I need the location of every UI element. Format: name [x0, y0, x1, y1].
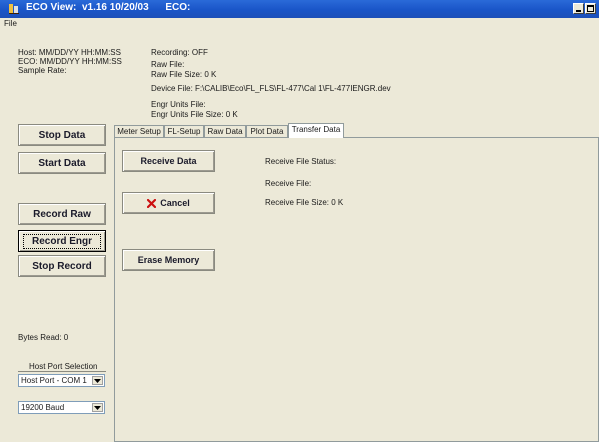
receive-file-status: Receive File Status:: [265, 157, 337, 166]
host-port-value: Host Port - COM 1: [21, 376, 87, 385]
minimize-button[interactable]: [573, 3, 584, 14]
tab-plot-data[interactable]: Plot Data: [246, 125, 288, 137]
recording-status: Recording: OFF: [151, 48, 208, 57]
record-engr-label: Record Engr: [22, 233, 101, 249]
raw-file: Raw File:: [151, 60, 185, 69]
engr-units-file-size: Engr Units File Size: 0 K: [151, 110, 238, 119]
baud-rate-value: 19200 Baud: [21, 403, 65, 412]
receive-file-size: Receive File Size: 0 K: [265, 198, 344, 207]
tab-transfer-data[interactable]: Transfer Data: [288, 123, 344, 138]
host-time: Host: MM/DD/YY HH:MM:SS: [18, 48, 121, 57]
host-port-divider: [18, 371, 106, 372]
eco-time: ECO: MM/DD/YY HH:MM:SS: [18, 57, 122, 66]
sample-rate: Sample Rate:: [18, 66, 67, 75]
cancel-label: Cancel: [160, 198, 190, 208]
tab-meter-setup[interactable]: Meter Setup: [114, 125, 164, 137]
menu-bar: [0, 18, 599, 31]
transfer-data-panel: [114, 137, 599, 442]
engr-units-file: Engr Units File:: [151, 100, 206, 109]
stop-record-button[interactable]: Stop Record: [18, 255, 106, 277]
menu-file[interactable]: File: [4, 19, 17, 28]
stop-data-button[interactable]: Stop Data: [18, 124, 106, 146]
minimize-icon: [576, 10, 581, 12]
maximize-icon: [587, 5, 594, 12]
device-file: Device File: F:\CALIB\Eco\FL_FLS\FL-477\…: [151, 84, 391, 93]
record-raw-button[interactable]: Record Raw: [18, 203, 106, 225]
receive-file: Receive File:: [265, 179, 312, 188]
raw-file-size: Raw File Size: 0 K: [151, 70, 217, 79]
app-icon: [9, 4, 19, 14]
chevron-down-icon[interactable]: [92, 376, 103, 385]
receive-data-button[interactable]: Receive Data: [122, 150, 215, 172]
bytes-read: Bytes Read: 0: [18, 333, 69, 342]
tab-raw-data[interactable]: Raw Data: [204, 125, 246, 137]
start-data-button[interactable]: Start Data: [18, 152, 106, 174]
cancel-button[interactable]: Cancel: [122, 192, 215, 214]
maximize-button[interactable]: [585, 3, 596, 14]
record-engr-button[interactable]: Record Engr: [18, 230, 106, 252]
host-port-label: Host Port Selection: [29, 362, 98, 371]
baud-rate-select[interactable]: 19200 Baud: [18, 401, 105, 414]
chevron-down-icon[interactable]: [92, 403, 103, 412]
cancel-x-icon: [147, 198, 157, 208]
host-port-select[interactable]: Host Port - COM 1: [18, 374, 105, 387]
erase-memory-button[interactable]: Erase Memory: [122, 249, 215, 271]
window-title: ECO View: v1.16 10/20/03 ECO:: [26, 2, 191, 13]
tab-fl-setup[interactable]: FL-Setup: [164, 125, 204, 137]
